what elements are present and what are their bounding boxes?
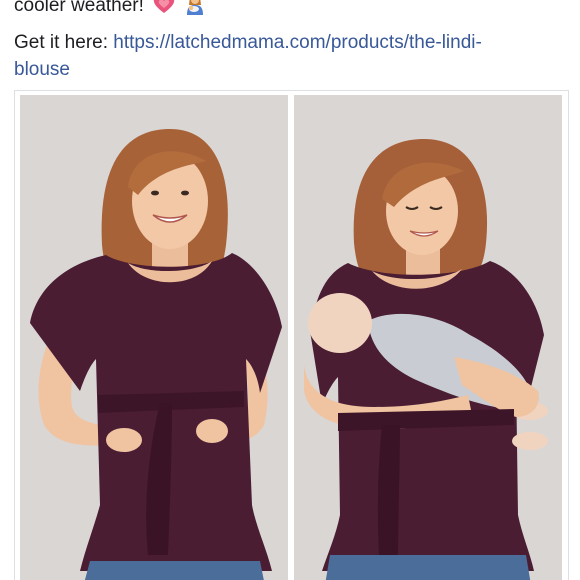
photo-collage[interactable]	[14, 90, 569, 580]
photo-woman-holding-baby[interactable]	[294, 95, 562, 580]
product-link[interactable]: https://latchedmama.com/products/the-lin…	[113, 32, 482, 53]
post-link-line-2: blouse	[14, 56, 570, 83]
product-link-continued[interactable]: blouse	[14, 59, 70, 80]
post-link-line: Get it here: https://latchedmama.com/pro…	[14, 29, 570, 56]
post-text: cooler weather! Get it here: https://lat…	[14, 0, 570, 83]
sparkling-heart-icon	[152, 0, 176, 23]
facebook-post: cooler weather! Get it here: https://lat…	[0, 0, 580, 580]
post-caption-text: cooler weather!	[14, 0, 144, 16]
link-prefix: Get it here:	[14, 32, 114, 53]
photo-woman-smiling[interactable]	[20, 95, 288, 580]
breastfeeding-icon	[184, 0, 206, 23]
post-caption-line: cooler weather!	[14, 0, 570, 23]
